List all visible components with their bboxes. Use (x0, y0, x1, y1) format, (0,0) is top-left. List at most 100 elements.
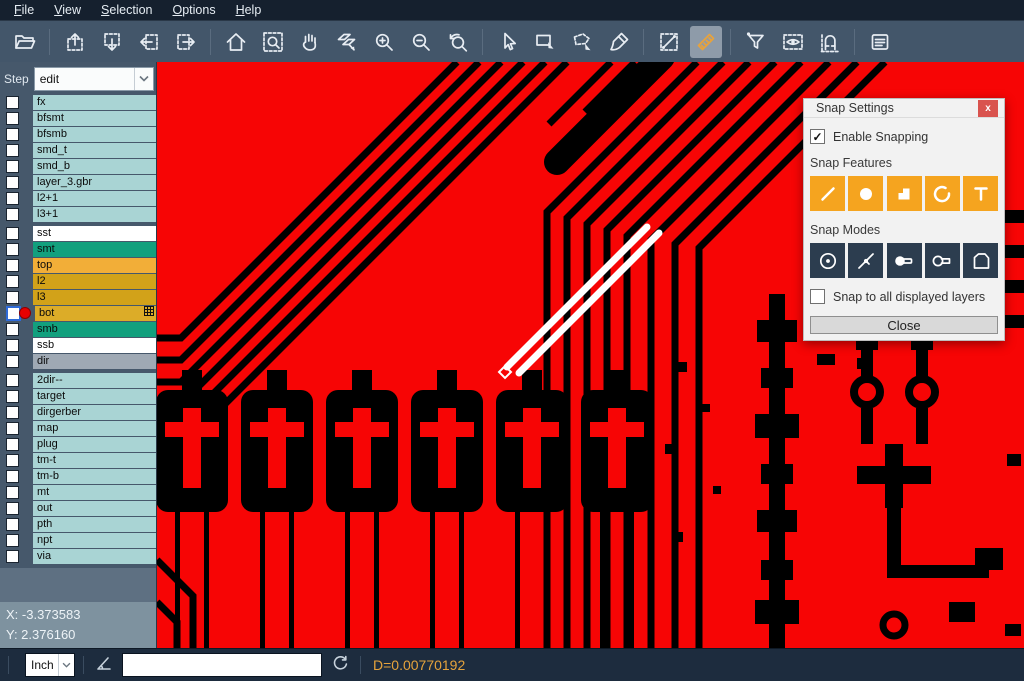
duplicate-view-button[interactable] (331, 26, 363, 58)
layer-visibility-checkbox[interactable] (6, 176, 19, 189)
layer-row[interactable]: l3 (0, 290, 156, 305)
step-select[interactable]: edit (34, 67, 154, 91)
layer-row[interactable]: layer_3.gbr (0, 175, 156, 190)
layer-visibility-checkbox[interactable] (6, 96, 19, 109)
pan-hand-button[interactable] (294, 26, 326, 58)
enable-snapping-checkbox[interactable]: ✓ (810, 129, 825, 144)
layer-row[interactable]: top (0, 258, 156, 273)
layer-row[interactable]: dirgerber (0, 405, 156, 420)
layer-name[interactable]: dirgerber (33, 405, 156, 420)
rect-select-button[interactable] (529, 26, 561, 58)
snap-mode-closest-point-button[interactable] (848, 243, 883, 278)
layer-name[interactable]: via (33, 549, 156, 564)
layer-name[interactable]: tm-t (33, 453, 156, 468)
grid-attributes-icon[interactable] (144, 306, 154, 321)
box-arrow-down-button[interactable] (96, 26, 128, 58)
snap-mode-center-button[interactable] (810, 243, 845, 278)
layer-row[interactable]: bfsmt (0, 111, 156, 126)
units-select[interactable]: Inch (25, 653, 75, 677)
layer-name[interactable]: npt (33, 533, 156, 548)
layer-name[interactable]: out (33, 501, 156, 516)
layer-row[interactable]: via (0, 549, 156, 564)
layer-visibility-checkbox[interactable] (6, 550, 19, 563)
layer-visibility-checkbox[interactable] (6, 486, 19, 499)
layer-name[interactable]: smt (33, 242, 156, 257)
layer-visibility-checkbox[interactable] (6, 390, 19, 403)
layer-row[interactable]: tm-b (0, 469, 156, 484)
layer-row[interactable]: bot (0, 306, 156, 321)
clean-brush-button[interactable] (603, 26, 635, 58)
layer-row[interactable]: out (0, 501, 156, 516)
layer-row[interactable]: sst (0, 226, 156, 241)
layer-visibility-checkbox[interactable] (6, 192, 19, 205)
layer-name[interactable]: l2 (33, 274, 156, 289)
layer-name[interactable]: l3+1 (33, 207, 156, 222)
layer-visibility-checkbox[interactable] (6, 275, 19, 288)
poly-select-button[interactable] (566, 26, 598, 58)
zoom-previous-button[interactable] (442, 26, 474, 58)
box-arrow-right-button[interactable] (170, 26, 202, 58)
box-arrow-up-button[interactable] (59, 26, 91, 58)
layers-panel-button[interactable] (864, 26, 896, 58)
layer-name[interactable]: pth (33, 517, 156, 532)
box-arrow-left-button[interactable] (133, 26, 165, 58)
snap-magnet-button[interactable] (814, 26, 846, 58)
layer-name[interactable]: fx (33, 95, 156, 110)
snap-feature-surface-button[interactable] (887, 176, 922, 211)
layer-visibility-checkbox[interactable] (6, 406, 19, 419)
layer-visibility-checkbox[interactable] (6, 112, 19, 125)
layer-visibility-checkbox[interactable] (6, 291, 19, 304)
layer-name[interactable]: 2dir-- (33, 373, 156, 388)
layer-row[interactable]: fx (0, 95, 156, 110)
layer-name[interactable]: smd_t (33, 143, 156, 158)
layer-name[interactable]: ssb (33, 338, 156, 353)
layer-row[interactable]: smt (0, 242, 156, 257)
snap-mode-pad-slot-filled-button[interactable] (887, 243, 922, 278)
sync-refresh-icon[interactable] (330, 653, 350, 678)
layer-row[interactable]: target (0, 389, 156, 404)
layer-row[interactable]: l2 (0, 274, 156, 289)
layer-row[interactable]: smb (0, 322, 156, 337)
home-view-button[interactable] (220, 26, 252, 58)
layer-name[interactable]: mt (33, 485, 156, 500)
snap-feature-pad-button[interactable] (848, 176, 883, 211)
layer-name[interactable]: dir (33, 354, 156, 369)
layer-visibility-checkbox[interactable] (6, 355, 19, 368)
layer-row[interactable]: 2dir-- (0, 373, 156, 388)
layer-row[interactable]: pth (0, 517, 156, 532)
menu-view[interactable]: View (44, 2, 91, 18)
layer-visibility-checkbox[interactable] (6, 323, 19, 336)
layer-row[interactable]: npt (0, 533, 156, 548)
command-input[interactable] (122, 653, 322, 677)
layer-visibility-checkbox[interactable] (6, 128, 19, 141)
close-button[interactable]: Close (810, 316, 998, 334)
layer-row[interactable]: plug (0, 437, 156, 452)
layer-row[interactable]: l3+1 (0, 207, 156, 222)
layer-row[interactable]: l2+1 (0, 191, 156, 206)
chevron-down-icon[interactable] (134, 68, 153, 90)
layer-name[interactable]: l3 (33, 290, 156, 305)
select-cursor-button[interactable] (492, 26, 524, 58)
layer-name[interactable]: target (33, 389, 156, 404)
layer-visibility-checkbox[interactable] (6, 208, 19, 221)
layer-row[interactable]: map (0, 421, 156, 436)
layer-visibility-checkbox[interactable] (6, 160, 19, 173)
layer-visibility-checkbox[interactable] (6, 534, 19, 547)
layer-name[interactable]: top (33, 258, 156, 273)
menu-options[interactable]: Options (162, 2, 225, 18)
dialog-title-bar[interactable]: Snap Settings x (804, 99, 1004, 118)
snap-feature-line-button[interactable] (810, 176, 845, 211)
layer-visibility-checkbox[interactable] (6, 243, 19, 256)
layer-row[interactable]: ssb (0, 338, 156, 353)
layer-row[interactable]: mt (0, 485, 156, 500)
layer-name[interactable]: tm-b (33, 469, 156, 484)
filter-button[interactable] (740, 26, 772, 58)
layer-name[interactable]: plug (33, 437, 156, 452)
menu-help[interactable]: Help (226, 2, 272, 18)
layer-name[interactable]: l2+1 (33, 191, 156, 206)
snap-mode-pad-slot-outline-button[interactable] (925, 243, 960, 278)
layer-name[interactable]: smb (33, 322, 156, 337)
layer-name[interactable]: bot (35, 306, 156, 321)
layer-visibility-checkbox[interactable] (6, 339, 19, 352)
layer-row[interactable]: smd_t (0, 143, 156, 158)
